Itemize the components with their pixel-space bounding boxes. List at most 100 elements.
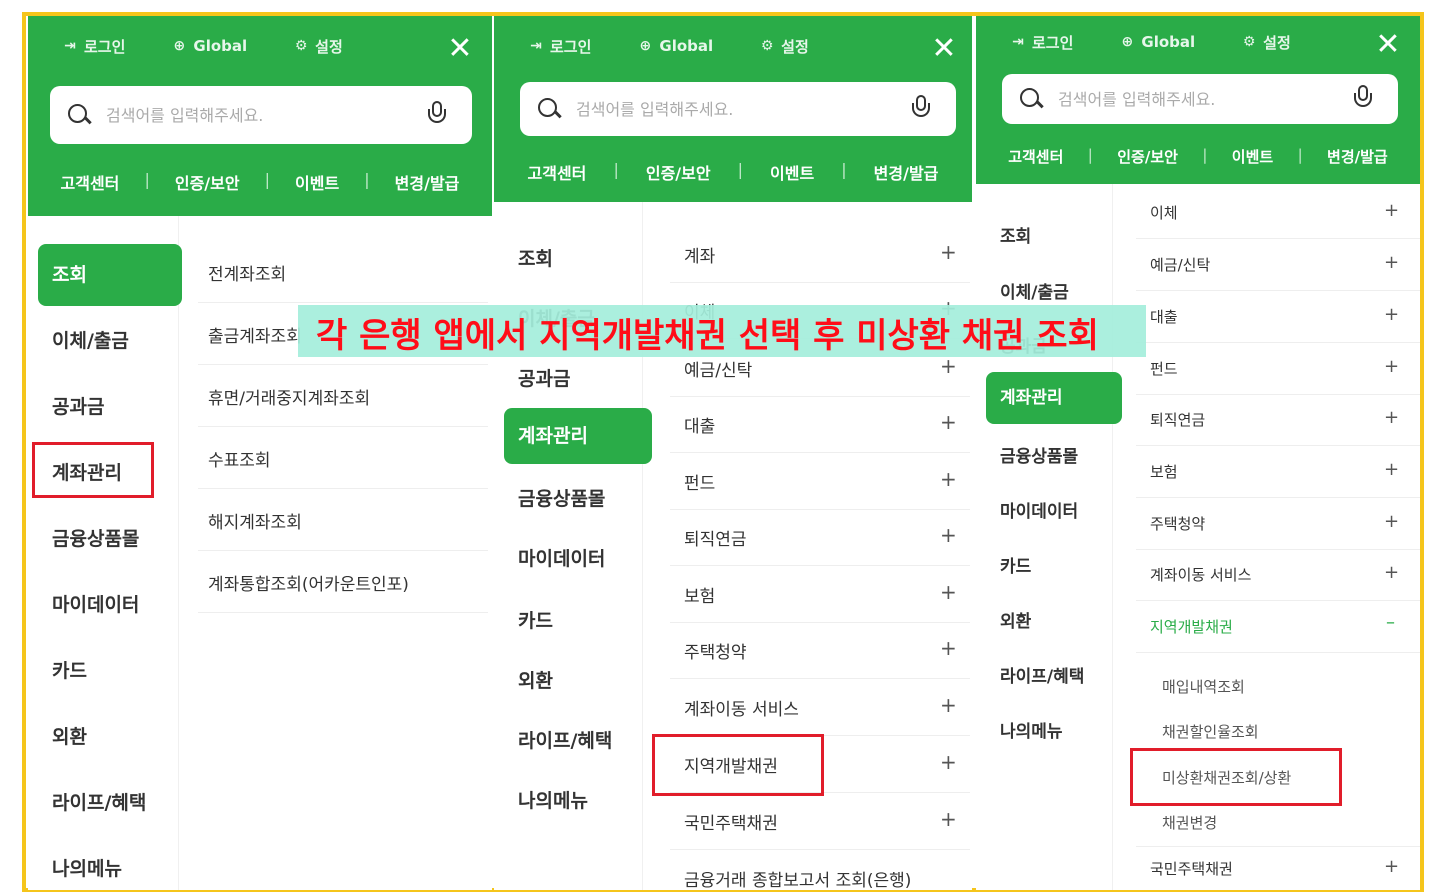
- plus-icon[interactable]: +: [940, 807, 957, 831]
- submenu-item[interactable]: 퇴직연금: [1150, 409, 1205, 430]
- quicklink-customer-center[interactable]: 고객센터: [61, 170, 120, 194]
- plus-icon[interactable]: +: [940, 467, 957, 491]
- close-icon[interactable]: ✕: [1374, 30, 1402, 60]
- nav-item-my-menu[interactable]: 나의메뉴: [986, 717, 1063, 742]
- nav-item-card[interactable]: 카드: [38, 656, 87, 683]
- quicklink-customer-center[interactable]: 고객센터: [528, 160, 587, 184]
- plus-icon[interactable]: +: [1384, 252, 1399, 273]
- nav-item-mydata[interactable]: 마이데이터: [986, 497, 1078, 522]
- submenu-item[interactable]: 국민주택채권: [684, 809, 778, 834]
- minus-icon[interactable]: –: [1386, 612, 1395, 633]
- search-bar[interactable]: [50, 86, 472, 144]
- nav-item-inquiry[interactable]: 조회: [504, 244, 553, 271]
- submenu-item[interactable]: 국민주택채권: [1150, 858, 1233, 879]
- submenu-item[interactable]: 전계좌조회: [208, 260, 286, 285]
- search-input[interactable]: [1056, 88, 1352, 110]
- close-icon[interactable]: ✕: [930, 34, 958, 64]
- nav-item-life[interactable]: 라이프/혜택: [986, 662, 1084, 687]
- submenu-item[interactable]: 금융거래 종합보고서 조회(은행): [684, 866, 911, 890]
- quicklink-change-issue[interactable]: 변경/발급: [874, 160, 939, 184]
- search-bar[interactable]: [1002, 74, 1398, 124]
- plus-icon[interactable]: +: [940, 693, 957, 717]
- submenu-item[interactable]: 펀드: [684, 469, 715, 494]
- nav-item-my-menu[interactable]: 나의메뉴: [38, 854, 122, 881]
- nav-item-inquiry[interactable]: 조회: [38, 244, 182, 306]
- settings-link[interactable]: ⚙ 설정: [1241, 32, 1291, 52]
- submenu-item[interactable]: 수표조회: [208, 446, 271, 471]
- nav-item-life[interactable]: 라이프/혜택: [504, 726, 612, 753]
- nav-item-account-mgmt[interactable]: 계좌관리: [504, 408, 652, 464]
- plus-icon[interactable]: +: [1384, 856, 1399, 877]
- plus-icon[interactable]: +: [940, 354, 957, 378]
- nav-item-account-mgmt[interactable]: 계좌관리: [986, 372, 1122, 424]
- nav-item-product-mall[interactable]: 금융상품몰: [504, 484, 605, 511]
- plus-icon[interactable]: +: [1384, 511, 1399, 532]
- nav-item-fx[interactable]: 외환: [986, 607, 1031, 632]
- quicklink-event[interactable]: 이벤트: [770, 160, 814, 184]
- quicklink-auth-security[interactable]: 인증/보안: [175, 170, 240, 194]
- plus-icon[interactable]: +: [1384, 562, 1399, 583]
- submenu-item[interactable]: 출금계좌조회: [208, 322, 302, 347]
- nav-item-mydata[interactable]: 마이데이터: [38, 590, 139, 617]
- search-input[interactable]: [574, 98, 910, 120]
- nav-item-inquiry[interactable]: 조회: [986, 222, 1031, 247]
- plus-icon[interactable]: +: [1384, 459, 1399, 480]
- plus-icon[interactable]: +: [940, 240, 957, 264]
- submenu-item[interactable]: 보험: [1150, 461, 1178, 482]
- login-link[interactable]: ⇥ 로그인: [528, 36, 591, 56]
- quicklink-change-issue[interactable]: 변경/발급: [395, 170, 460, 194]
- submenu-item[interactable]: 이체: [1150, 202, 1178, 223]
- plus-icon[interactable]: +: [940, 636, 957, 660]
- submenu-item[interactable]: 대출: [1150, 306, 1178, 327]
- nav-item-utility[interactable]: 공과금: [38, 392, 104, 419]
- quicklink-customer-center[interactable]: 고객센터: [1008, 146, 1063, 167]
- plus-icon[interactable]: +: [940, 523, 957, 547]
- plus-icon[interactable]: +: [1384, 407, 1399, 428]
- submenu-item[interactable]: 예금/신탁: [684, 356, 752, 381]
- quicklink-auth-security[interactable]: 인증/보안: [1117, 146, 1178, 167]
- submenu-item-regional-bond[interactable]: 지역개발채권: [1150, 616, 1233, 637]
- nav-item-card[interactable]: 카드: [986, 552, 1031, 577]
- submenu-item[interactable]: 계좌이동 서비스: [684, 695, 799, 720]
- quicklink-event[interactable]: 이벤트: [1232, 146, 1273, 167]
- nav-item-fx[interactable]: 외환: [504, 666, 553, 693]
- global-link[interactable]: ⊕ Global: [637, 36, 714, 56]
- settings-link[interactable]: ⚙ 설정: [759, 36, 809, 56]
- mic-icon[interactable]: [1352, 85, 1374, 113]
- submenu-child[interactable]: 채권변경: [1162, 812, 1217, 833]
- mic-icon[interactable]: [426, 101, 448, 129]
- nav-item-transfer[interactable]: 이체/출금: [38, 326, 129, 353]
- nav-item-product-mall[interactable]: 금융상품몰: [38, 524, 139, 551]
- quicklink-change-issue[interactable]: 변경/발급: [1327, 146, 1388, 167]
- submenu-child[interactable]: 채권할인율조회: [1162, 721, 1259, 742]
- close-icon[interactable]: ✕: [446, 34, 474, 64]
- submenu-item[interactable]: 보험: [684, 582, 715, 607]
- submenu-item[interactable]: 계좌이동 서비스: [1150, 564, 1251, 585]
- mic-icon[interactable]: [910, 95, 932, 123]
- nav-item-my-menu[interactable]: 나의메뉴: [504, 786, 588, 813]
- plus-icon[interactable]: +: [1384, 304, 1399, 325]
- plus-icon[interactable]: +: [1384, 200, 1399, 221]
- submenu-item[interactable]: 계좌: [684, 242, 715, 267]
- nav-item-product-mall[interactable]: 금융상품몰: [986, 442, 1078, 467]
- plus-icon[interactable]: +: [940, 410, 957, 434]
- submenu-child[interactable]: 매입내역조회: [1162, 676, 1245, 697]
- quicklink-auth-security[interactable]: 인증/보안: [646, 160, 711, 184]
- submenu-item[interactable]: 대출: [684, 412, 715, 437]
- search-bar[interactable]: [520, 82, 956, 136]
- submenu-item[interactable]: 해지계좌조회: [208, 508, 302, 533]
- login-link[interactable]: ⇥ 로그인: [1010, 32, 1073, 52]
- submenu-item[interactable]: 주택청약: [1150, 513, 1205, 534]
- nav-item-transfer[interactable]: 이체/출금: [986, 278, 1069, 303]
- submenu-item[interactable]: 휴면/거래중지계좌조회: [208, 384, 370, 409]
- quicklink-event[interactable]: 이벤트: [295, 170, 339, 194]
- plus-icon[interactable]: +: [940, 580, 957, 604]
- submenu-item[interactable]: 펀드: [1150, 358, 1178, 379]
- login-link[interactable]: ⇥ 로그인: [62, 36, 125, 56]
- submenu-item[interactable]: 계좌통합조회(어카운트인포): [208, 570, 409, 595]
- nav-item-life[interactable]: 라이프/혜택: [38, 788, 146, 815]
- plus-icon[interactable]: +: [940, 750, 957, 774]
- nav-item-utility[interactable]: 공과금: [504, 364, 570, 391]
- nav-item-fx[interactable]: 외환: [38, 722, 87, 749]
- plus-icon[interactable]: +: [1384, 356, 1399, 377]
